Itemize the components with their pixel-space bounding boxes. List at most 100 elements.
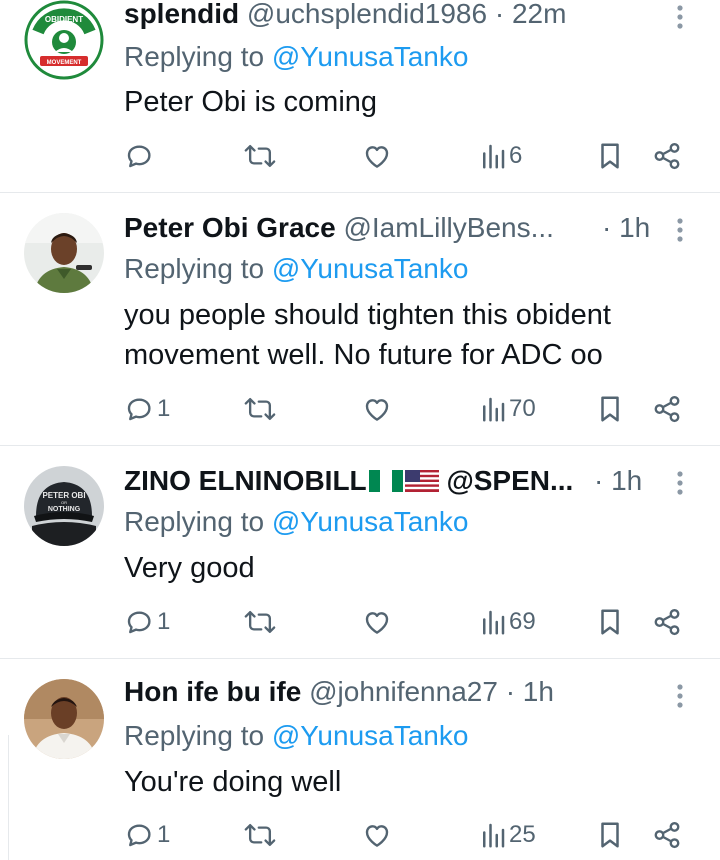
reply-tweet[interactable]: PETER OBI OR NOTHING ZINO ELNINOBILL @SP… (0, 446, 720, 658)
action-bar: 1 70 (124, 389, 684, 429)
man-green-shirt-photo (24, 213, 104, 293)
timestamp[interactable]: · 1h (602, 211, 650, 245)
reply-button[interactable]: 1 (124, 602, 170, 642)
like-button[interactable] (362, 136, 392, 176)
display-name[interactable]: splendid (124, 0, 239, 29)
replying-to: Replying to @YunusaTanko (124, 40, 468, 74)
share-icon (654, 821, 680, 849)
bookmark-icon (601, 609, 619, 635)
replying-to-label: Replying to (124, 720, 272, 751)
replying-to-label: Replying to (124, 253, 272, 284)
reply-button[interactable] (124, 136, 157, 176)
bookmark-icon (601, 143, 619, 169)
reply-button[interactable]: 1 (124, 389, 170, 429)
like-icon (365, 399, 389, 421)
views-icon (483, 610, 505, 635)
like-button[interactable] (362, 602, 392, 642)
share-icon (654, 142, 680, 170)
reply-tweet[interactable]: Peter Obi Grace @IamLillyBens... · 1h Re… (0, 193, 720, 445)
views-icon (483, 823, 505, 848)
reply-icon (127, 824, 151, 847)
scroll-edge (0, 735, 9, 860)
display-name[interactable]: Peter Obi Grace (124, 212, 336, 243)
share-button[interactable] (652, 136, 682, 176)
mention-link[interactable]: @YunusaTanko (272, 720, 469, 751)
more-icon[interactable] (670, 466, 690, 500)
bookmark-icon (601, 822, 619, 848)
replying-to: Replying to @YunusaTanko (124, 719, 468, 753)
timestamp[interactable]: · 22m (495, 0, 567, 29)
views-icon (483, 144, 505, 169)
share-button[interactable] (652, 389, 682, 429)
share-button[interactable] (652, 602, 682, 642)
tweet-header: splendid @uchsplendid1986 · 22m (124, 0, 566, 31)
user-handle[interactable]: @SPEN... (446, 465, 573, 496)
more-icon[interactable] (670, 213, 690, 247)
tweet-text: Very good (124, 552, 255, 584)
avatar[interactable] (24, 213, 104, 293)
tweet-header: Peter Obi Grace @IamLillyBens... (124, 211, 554, 245)
reply-tweet[interactable]: Hon ife bu ife @johnifenna27 · 1h Replyi… (0, 659, 720, 860)
bookmark-button[interactable] (596, 815, 624, 855)
action-bar: 6 (124, 136, 684, 176)
action-bar: 1 69 (124, 602, 684, 642)
reply-button[interactable]: 1 (124, 815, 170, 855)
like-button[interactable] (362, 389, 392, 429)
reply-icon (127, 145, 151, 168)
share-button[interactable] (652, 815, 682, 855)
like-button[interactable] (362, 815, 392, 855)
tweet-header: ZINO ELNINOBILL @SPEN... (124, 464, 573, 498)
retweet-icon (244, 397, 276, 421)
avatar[interactable] (24, 679, 104, 759)
svg-text:OR: OR (61, 500, 67, 505)
avatar[interactable]: PETER OBI OR NOTHING (24, 466, 104, 546)
tweet-text: Peter Obi is coming (124, 86, 378, 118)
share-icon (654, 608, 680, 636)
view-count: 6 (509, 142, 523, 169)
view-count: 25 (509, 821, 536, 848)
svg-text:OBIDIENT: OBIDIENT (45, 15, 83, 24)
obidient-movement-logo: OBIDIENT MOVEMENT (24, 0, 104, 80)
us-flag-icon (404, 470, 439, 492)
more-icon[interactable] (670, 0, 690, 34)
retweet-icon (244, 823, 276, 847)
replying-to: Replying to @YunusaTanko (124, 505, 468, 539)
retweet-button[interactable] (244, 602, 276, 642)
reply-count: 1 (157, 821, 171, 848)
mention-link[interactable]: @YunusaTanko (272, 253, 469, 284)
user-handle[interactable]: @uchsplendid1986 (247, 0, 487, 29)
views-icon (483, 397, 505, 422)
avatar[interactable]: OBIDIENT MOVEMENT (24, 0, 104, 80)
replying-to-label: Replying to (124, 506, 272, 537)
reply-icon (127, 611, 151, 634)
bookmark-button[interactable] (596, 389, 624, 429)
reply-tweet[interactable]: OBIDIENT MOVEMENT splendid @uchsplendid1… (0, 0, 720, 192)
replies-feed: OBIDIENT MOVEMENT splendid @uchsplendid1… (0, 0, 720, 860)
timestamp[interactable]: · 1h (506, 676, 554, 707)
bookmark-button[interactable] (596, 602, 624, 642)
views-button[interactable]: 25 (480, 815, 536, 855)
views-button[interactable]: 69 (480, 602, 536, 642)
timestamp[interactable]: · 1h (594, 464, 642, 498)
more-icon[interactable] (670, 679, 690, 713)
retweet-button[interactable] (244, 136, 276, 176)
man-white-shirt-photo (24, 679, 104, 759)
mention-link[interactable]: @YunusaTanko (272, 506, 469, 537)
retweet-button[interactable] (244, 389, 276, 429)
tweet-text: You're doing well (124, 766, 342, 798)
view-count: 69 (509, 608, 536, 635)
reply-icon (127, 398, 151, 421)
share-icon (654, 395, 680, 423)
display-name[interactable]: Hon ife bu ife (124, 676, 301, 707)
peter-obi-cap-photo: PETER OBI OR NOTHING (24, 466, 104, 546)
retweet-button[interactable] (244, 815, 276, 855)
views-button[interactable]: 6 (480, 136, 522, 176)
views-button[interactable]: 70 (480, 389, 536, 429)
bookmark-button[interactable] (596, 136, 624, 176)
reply-count: 1 (157, 608, 171, 635)
user-handle[interactable]: @IamLillyBens... (343, 212, 554, 243)
mention-link[interactable]: @YunusaTanko (272, 41, 469, 72)
user-handle[interactable]: @johnifenna27 (309, 676, 498, 707)
display-name[interactable]: ZINO ELNINOBILL (124, 465, 367, 496)
tweet-header: Hon ife bu ife @johnifenna27 · 1h (124, 675, 554, 709)
